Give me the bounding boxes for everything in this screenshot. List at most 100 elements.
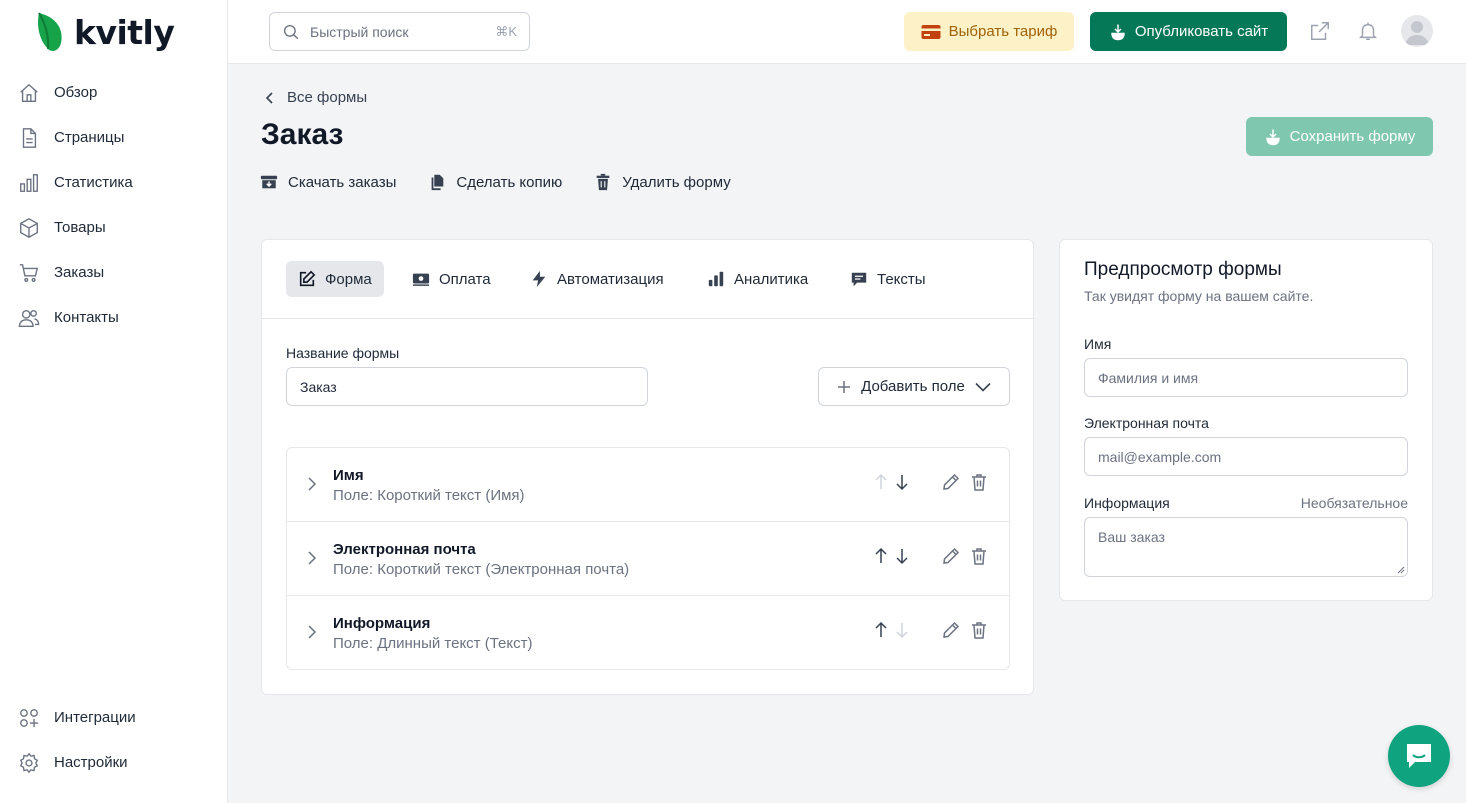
gear-icon [19,752,39,773]
pencil-icon[interactable] [942,547,960,565]
tab-label: Аналитика [734,270,809,288]
tab-analytics[interactable]: Аналитика [695,261,820,297]
arrow-up-icon[interactable] [872,621,890,639]
save-form-label: Сохранить форму [1289,128,1416,145]
sidebar: kvitly Обзор Страницы Статистика Товары … [0,0,228,803]
download-orders-label: Скачать заказы [288,173,397,191]
bolt-icon [532,270,546,288]
field-row[interactable]: Имя Поле: Короткий текст (Имя) [287,448,1009,522]
copy-icon [431,174,444,191]
choose-tariff-button[interactable]: Выбрать тариф [904,12,1074,51]
chevron-right-icon[interactable] [305,550,319,566]
back-link-label: Все формы [287,89,368,106]
sidebar-item-overview[interactable]: Обзор [0,70,228,115]
field-row[interactable]: Информация Поле: Длинный текст (Текст) [287,596,1009,669]
sidebar-item-label: Товары [54,219,106,236]
trash-icon[interactable] [970,473,988,491]
sidebar-item-statistics[interactable]: Статистика [0,160,228,205]
brand-name: kvitly [74,12,175,52]
sidebar-item-label: Контакты [54,309,119,326]
sidebar-item-label: Страницы [54,129,125,146]
resize-handle-icon[interactable] [1397,566,1405,574]
box-icon [20,217,38,238]
logo[interactable]: kvitly [36,10,175,54]
save-form-button[interactable]: Сохранить форму [1246,117,1433,156]
sidebar-item-label: Настройки [54,754,128,771]
leaf-logo-icon [38,12,62,51]
message-icon [851,272,867,287]
preview-info-textarea[interactable]: Ваш заказ [1084,517,1408,577]
field-description: Поле: Короткий текст (Имя) [333,487,525,504]
arrow-down-icon [896,623,908,639]
chevron-left-icon [265,91,273,104]
tab-label: Тексты [877,270,926,288]
tab-payment[interactable]: Оплата [400,261,503,297]
preview-title: Предпросмотр формы [1084,259,1282,280]
form-actions: Скачать заказы Сделать копию Удалить фор… [260,170,731,194]
edit-icon [299,270,316,287]
back-link[interactable]: Все формы [265,89,367,106]
topbar: Быстрый поиск ⌘K Выбрать тариф Опубликов… [228,0,1466,64]
fields-list: Имя Поле: Короткий текст (Имя) Электронн… [286,447,1010,670]
publish-site-label: Опубликовать сайт [1134,23,1269,40]
save-icon [1265,129,1280,145]
copy-form-button[interactable]: Сделать копию [428,170,562,194]
chat-icon [1407,744,1431,768]
field-name: Электронная почта [333,541,476,558]
pencil-icon[interactable] [942,473,960,491]
field-row[interactable]: Электронная почта Поле: Короткий текст (… [287,522,1009,596]
integrations-icon [20,708,39,727]
chevron-right-icon[interactable] [305,476,319,492]
form-name-input[interactable]: Заказ [286,367,648,406]
arrow-down-icon[interactable] [893,473,911,491]
plus-icon [838,380,851,393]
preview-name-input[interactable]: Фамилия и имя [1084,358,1408,397]
choose-tariff-label: Выбрать тариф [948,23,1058,40]
publish-site-button[interactable]: Опубликовать сайт [1090,12,1287,51]
search-input[interactable]: Быстрый поиск ⌘K [269,12,530,51]
delete-form-button[interactable]: Удалить форму [594,170,731,194]
preview-name-label: Имя [1084,336,1112,352]
arrow-up-icon[interactable] [872,547,890,565]
tab-label: Форма [325,270,372,288]
chevron-right-icon[interactable] [305,624,319,640]
tab-texts[interactable]: Тексты [838,261,938,297]
search-shortcut: ⌘K [495,23,517,39]
avatar[interactable] [1401,15,1433,47]
trash-icon[interactable] [970,547,988,565]
arrow-down-icon[interactable] [893,547,911,565]
external-link-icon[interactable] [1309,20,1331,42]
sidebar-item-label: Интеграции [54,709,136,726]
preview-email-input[interactable]: mail@example.com [1084,437,1408,476]
publish-icon [1111,24,1125,40]
optional-badge: Необязательное [1300,495,1408,511]
field-description: Поле: Короткий текст (Электронная почта) [333,561,630,578]
sidebar-item-orders[interactable]: Заказы [0,250,228,295]
sidebar-item-label: Обзор [54,84,98,101]
cart-icon [19,263,39,282]
sidebar-item-label: Статистика [54,174,133,191]
sidebar-item-pages[interactable]: Страницы [0,115,228,160]
arrow-up-icon [875,473,887,489]
sidebar-bottom-nav: Интеграции Настройки [0,695,228,785]
add-field-button[interactable]: Добавить поле [818,367,1010,406]
tab-automation[interactable]: Автоматизация [518,261,676,297]
bell-icon[interactable] [1357,20,1379,42]
archive-download-icon [260,175,278,189]
download-orders-button[interactable]: Скачать заказы [260,170,396,194]
add-field-label: Добавить поле [861,378,965,395]
sidebar-item-integrations[interactable]: Интеграции [0,695,228,740]
tab-label: Автоматизация [557,270,664,288]
sidebar-item-settings[interactable]: Настройки [0,740,228,785]
tab-form[interactable]: Форма [286,261,384,297]
sidebar-item-products[interactable]: Товары [0,205,228,250]
page-icon [22,127,37,148]
sidebar-item-contacts[interactable]: Контакты [0,295,228,340]
pencil-icon[interactable] [942,621,960,639]
chat-support-button[interactable] [1388,725,1450,787]
textarea-placeholder: Ваш заказ [1098,529,1165,545]
trash-icon[interactable] [970,621,988,639]
form-tabs: Форма Оплата Автоматизация Аналитика Тек… [262,240,1033,319]
search-icon [283,24,299,39]
field-description: Поле: Длинный текст (Текст) [333,635,533,652]
